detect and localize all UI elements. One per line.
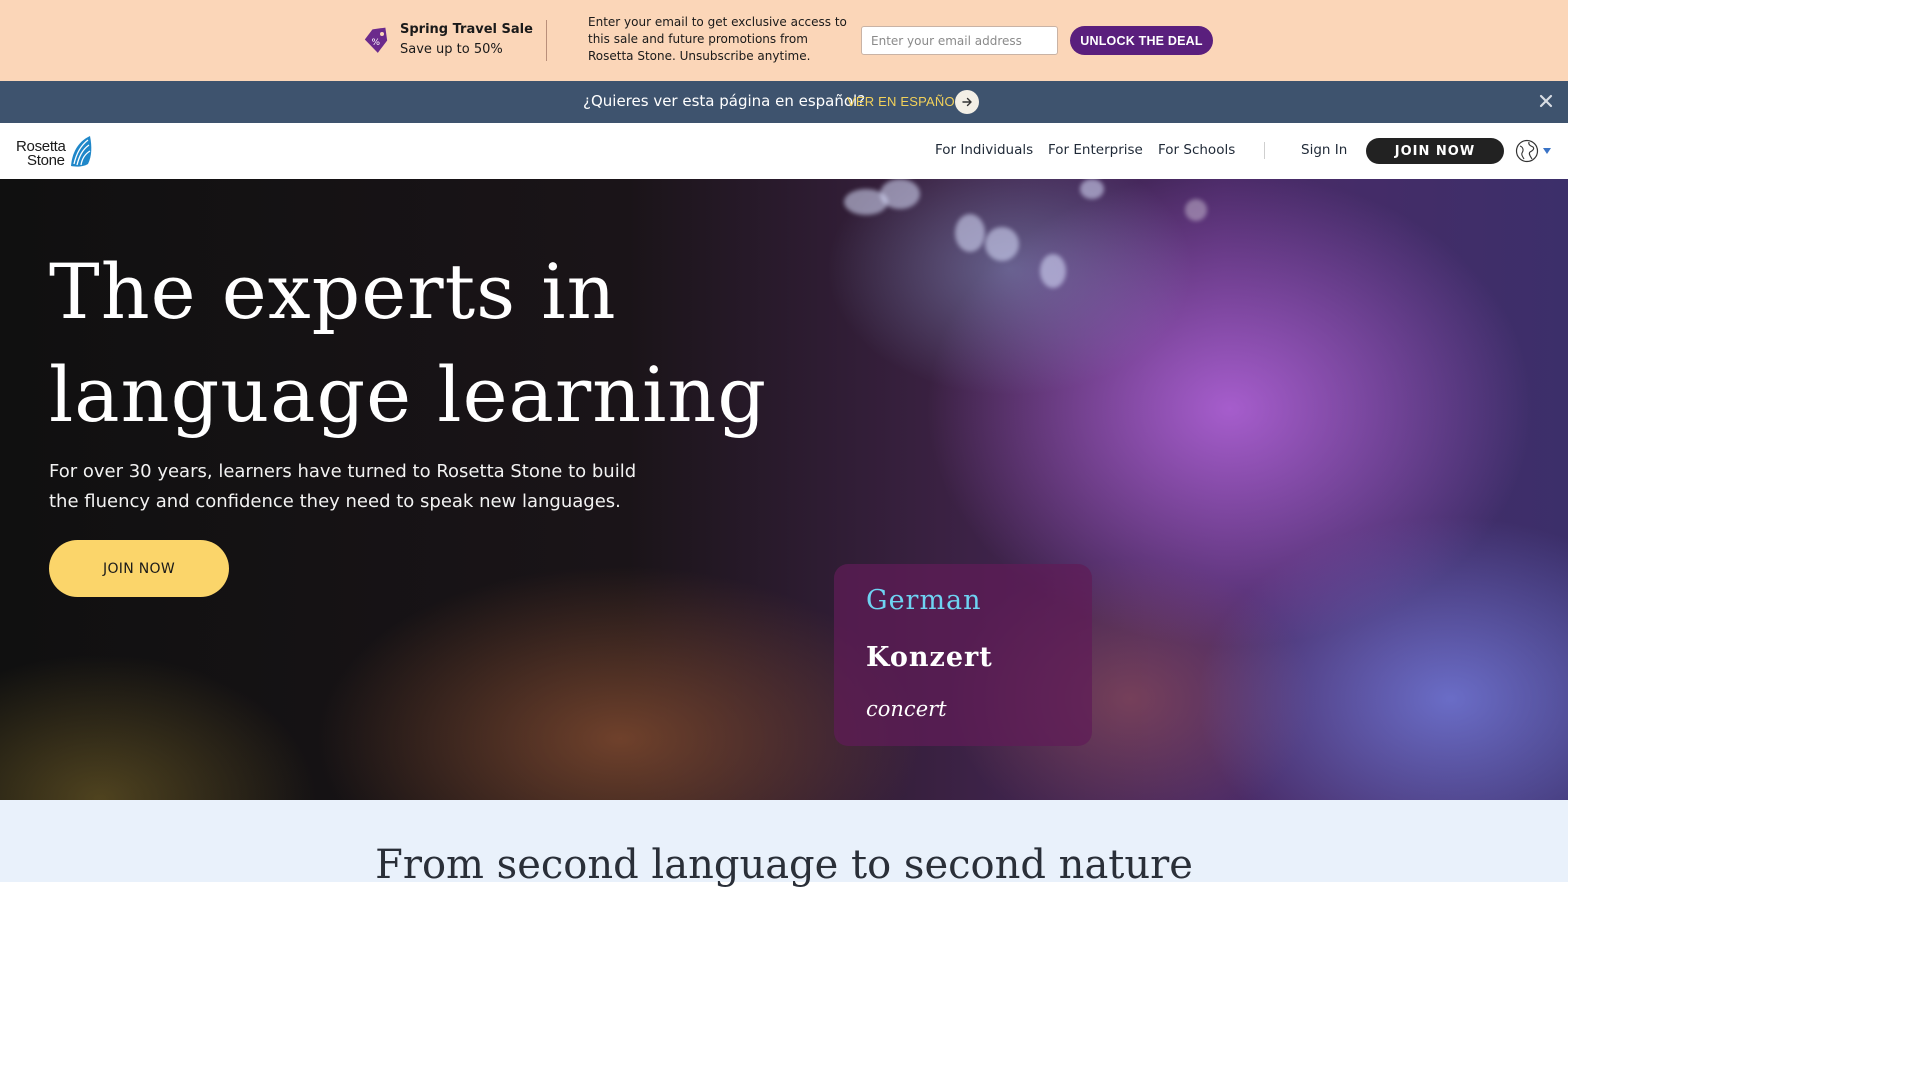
vocabulary-translation: concert [866, 697, 947, 721]
nav-for-individuals[interactable]: For Individuals [935, 142, 1033, 158]
discount-tag-icon: % [364, 27, 388, 53]
globe-icon[interactable] [1515, 139, 1539, 163]
hero-join-now-button[interactable]: JOIN NOW [49, 540, 229, 597]
vocabulary-word: Konzert [866, 642, 993, 673]
chevron-down-icon[interactable] [1542, 147, 1552, 155]
stage-light [880, 179, 920, 209]
stage-light [1040, 254, 1066, 288]
nav-for-enterprise[interactable]: For Enterprise [1048, 142, 1143, 158]
vocabulary-language: German [866, 585, 982, 616]
promo-banner: % Spring Travel Sale Save up to 50% Ente… [0, 0, 1568, 81]
promo-title: Spring Travel Sale [400, 22, 533, 37]
unlock-deal-button[interactable]: UNLOCK THE DEAL [1070, 26, 1213, 55]
main-navigation: Rosetta Stone For Individuals For Enterp… [0, 123, 1568, 179]
stage-light [1185, 199, 1207, 221]
hero-subtitle: For over 30 years, learners have turned … [49, 461, 637, 512]
language-suggestion-bar: ¿Quieres ver esta página en español? VER… [0, 81, 1568, 123]
sign-in-link[interactable]: Sign In [1301, 142, 1347, 158]
section-title: From second language to second nature [375, 842, 1193, 888]
nav-join-now-button[interactable]: JOIN NOW [1366, 138, 1504, 164]
nav-for-schools[interactable]: For Schools [1158, 142, 1235, 158]
stage-light [955, 214, 985, 252]
nav-divider [1264, 142, 1265, 159]
view-in-spanish-link[interactable]: VER EN ESPAÑOL [847, 94, 962, 109]
rosetta-stone-logo-icon[interactable] [68, 134, 94, 168]
hero-title: The experts in language learning [49, 247, 768, 439]
stage-light [1080, 179, 1104, 199]
svg-text:%: % [372, 38, 381, 48]
logo-text-stone[interactable]: Stone [27, 152, 65, 169]
language-question: ¿Quieres ver esta página en español? [583, 92, 866, 110]
arrow-right-icon[interactable] [955, 90, 979, 114]
close-icon[interactable] [1538, 93, 1554, 109]
promo-email-input[interactable] [861, 26, 1058, 55]
promo-subtitle: Save up to 50% [400, 42, 503, 57]
stage-light [985, 227, 1019, 261]
promo-description: Enter your email to get exclusive access… [588, 15, 847, 63]
promo-divider [546, 20, 547, 61]
